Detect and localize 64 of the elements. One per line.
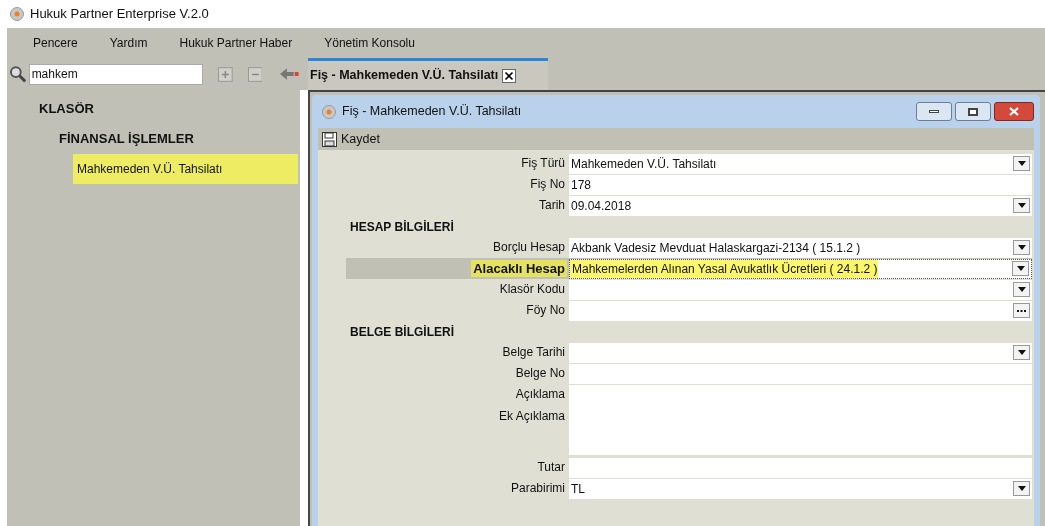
dropdown-button[interactable] (1012, 261, 1029, 276)
search-icon (9, 65, 27, 83)
field-label: Ek Açıklama (497, 408, 566, 425)
section-heading: HESAP BİLGİLERİ (350, 218, 454, 236)
tree-item[interactable]: Mahkemeden V.Ü. Tahsilatı (73, 154, 298, 184)
save-icon (322, 131, 337, 147)
dropdown-button[interactable] (1013, 282, 1030, 297)
section-heading: BELGE BİLGİLERİ (350, 323, 454, 341)
dropdown-button[interactable] (1013, 481, 1030, 496)
input-field[interactable] (569, 457, 1032, 478)
field-label: Klasör Kodu (498, 281, 566, 298)
input-field[interactable] (569, 363, 1032, 384)
field-label: Parabirimi (510, 480, 566, 497)
field-label: Tutar (536, 459, 566, 476)
field-label: Belge Tarihi (501, 344, 566, 361)
field-label: Föy No (525, 302, 566, 319)
dropdown-field[interactable]: Akbank Vadesiz Mevduat Halaskargazi-2134 ( 15.1.2 ) (569, 237, 1032, 258)
close-button[interactable] (994, 102, 1034, 121)
field-label: Belge No (514, 365, 566, 382)
menu-item[interactable]: Pencere (33, 34, 78, 52)
window-title: Fiş - Mahkemeden V.Ü. Tahsilatı (342, 103, 522, 121)
dropdown-button[interactable] (1013, 156, 1030, 171)
save-button[interactable]: Kaydet (341, 129, 380, 149)
input-field[interactable] (569, 384, 1032, 405)
tree-item[interactable]: FİNANSAL İŞLEMLER (55, 124, 198, 154)
browse-button[interactable] (1013, 303, 1030, 318)
caret-icon (1016, 266, 1025, 271)
caret-icon (1017, 161, 1026, 166)
dropdown-button[interactable] (1013, 240, 1030, 255)
search-field[interactable]: mahkem (28, 63, 204, 85)
menu-item[interactable]: Hukuk Partner Haber (179, 34, 293, 52)
field-label: Borçlu Hesap (491, 239, 566, 256)
dropdown-field[interactable]: Mahkemeden V.Ü. Tahsilatı (569, 153, 1032, 174)
dropdown-field[interactable] (569, 342, 1032, 363)
menu-item[interactable]: Yönetim Konsolu (324, 34, 415, 52)
field-label: Açıklama (514, 386, 566, 403)
field-label: Tarih (538, 197, 566, 214)
input-field[interactable] (569, 300, 1032, 321)
field-label: Fiş No (529, 176, 566, 193)
caret-icon (1017, 245, 1026, 250)
dropdown-field[interactable]: 09.04.2018 (569, 195, 1032, 216)
tree-item[interactable]: KLASÖR (35, 94, 98, 124)
close-icon[interactable] (502, 68, 517, 83)
dropdown-field[interactable] (569, 279, 1032, 300)
caret-icon (1017, 350, 1026, 355)
dropdown-button[interactable] (1013, 198, 1030, 213)
field-label: Alacaklı Hesap (471, 260, 567, 277)
caret-icon (1017, 203, 1026, 208)
dropdown-button[interactable] (1013, 345, 1030, 360)
ellipsis-icon (1017, 309, 1026, 312)
caret-icon (1017, 287, 1026, 292)
minimize-button[interactable] (916, 102, 952, 121)
app-title: Hukuk Partner Enterprise V.2.0 (30, 5, 209, 24)
maximize-button[interactable] (955, 102, 991, 121)
dropdown-field[interactable]: Mahkemelerden Alınan Yasal Avukatlık Ücretleri ( 24.1.2 ) (569, 258, 1032, 279)
menu-item[interactable]: Yardım (109, 34, 148, 52)
caret-icon (1017, 486, 1026, 491)
input-field[interactable]: 178 (569, 174, 1032, 195)
dropdown-field[interactable]: TL (569, 478, 1032, 499)
app-logo-icon (322, 104, 336, 119)
document-tab[interactable]: Fiş - Mahkemeden V.Ü. Tahsilatı (308, 58, 548, 90)
field-label: Fiş Türü (520, 155, 566, 172)
app-logo-icon (10, 7, 24, 21)
close-icon (1009, 107, 1019, 116)
